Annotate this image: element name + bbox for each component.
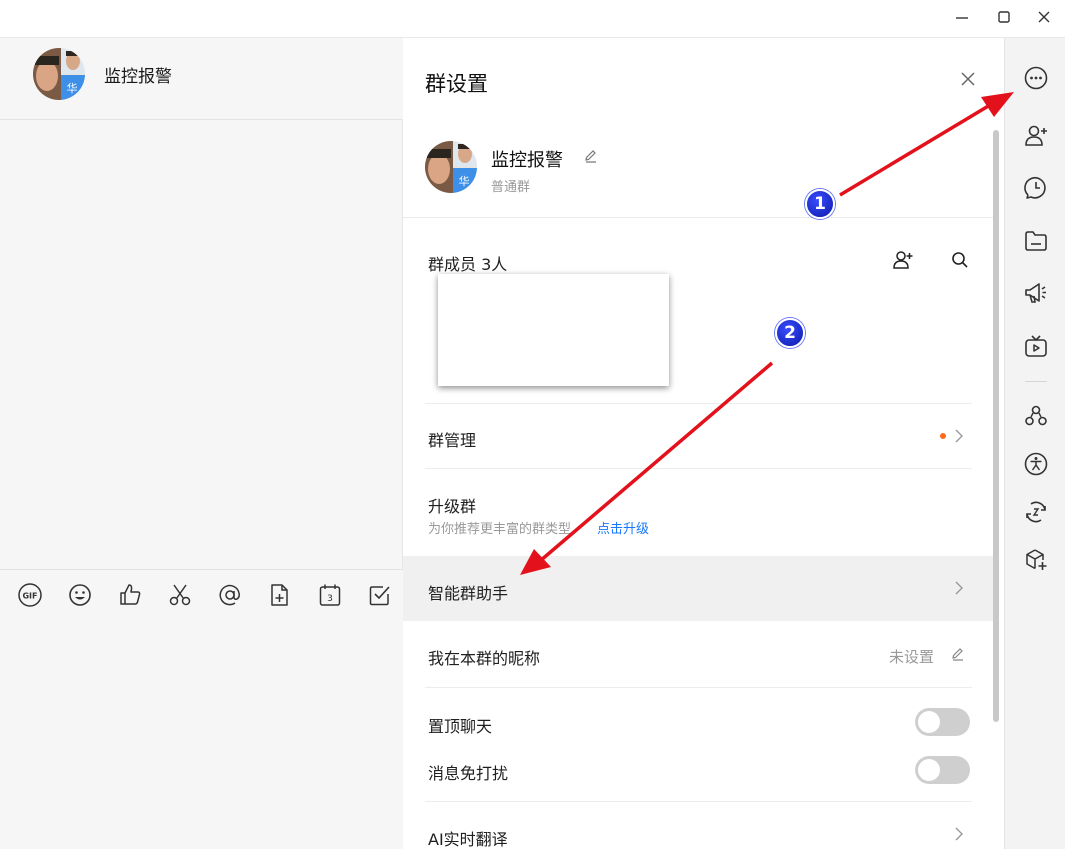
live-button[interactable] — [1022, 332, 1050, 360]
close-window-button[interactable] — [1031, 5, 1057, 29]
pin-chat-label: 置顶聊天 — [428, 717, 493, 736]
add-plugin-icon — [1026, 549, 1047, 570]
nickname-label: 我在本群的昵称 — [428, 649, 541, 668]
like-button[interactable] — [117, 582, 143, 608]
upgrade-subtitle: 为你推荐更丰富的群类型 — [428, 522, 572, 537]
divider — [403, 217, 993, 218]
upgrade-label: 升级群 — [428, 497, 477, 516]
apps-button[interactable] — [1022, 402, 1050, 430]
nickname-row[interactable]: 我在本群的昵称 未设置 — [403, 622, 993, 687]
scissors-icon — [169, 584, 191, 606]
panel-scrollbar[interactable] — [993, 130, 999, 722]
members-preview-redacted — [438, 274, 669, 386]
smart-assistant-label: 智能群助手 — [428, 584, 509, 603]
announcement-icon — [1025, 283, 1046, 303]
file-button[interactable] — [267, 582, 293, 608]
settings-group-avatar[interactable]: 华 — [425, 141, 477, 193]
mute-label: 消息免打扰 — [428, 764, 509, 783]
checkbox-icon — [369, 586, 390, 606]
group-management-label: 群管理 — [428, 431, 477, 450]
task-button[interactable] — [367, 582, 393, 608]
message-input-area[interactable] — [0, 619, 403, 849]
chat-pane: 华 监控报警 GIF 3 — [0, 38, 403, 849]
chat-title: 监控报警 — [104, 67, 172, 87]
accessibility-icon — [1024, 452, 1048, 476]
sync-button[interactable] — [1022, 498, 1050, 526]
calendar-day: 3 — [327, 594, 333, 604]
close-icon — [1038, 11, 1050, 23]
step-2-marker: 2 — [775, 318, 805, 348]
toggle-knob — [918, 711, 940, 733]
add-member-icon — [1025, 125, 1047, 146]
toggle-knob — [918, 759, 940, 781]
gif-button[interactable]: GIF — [17, 582, 43, 608]
chat-header: 华 监控报警 — [0, 38, 403, 120]
ai-translate-label: AI实时翻译 — [428, 830, 508, 849]
panel-title: 群设置 — [425, 72, 488, 96]
add-member-button[interactable] — [891, 248, 915, 272]
maximize-icon — [998, 11, 1010, 23]
divider — [425, 687, 972, 688]
add-member-rail-button[interactable] — [1022, 122, 1050, 150]
more-button[interactable] — [1022, 64, 1050, 92]
schedule-button[interactable]: 3 — [317, 582, 343, 608]
composer-toolbar: GIF 3 — [0, 569, 403, 619]
nickname-value: 未设置 — [889, 648, 935, 666]
smart-assistant-row[interactable]: 智能群助手 — [403, 556, 993, 621]
avatar-badge: 华 — [66, 82, 78, 95]
folder-icon — [1025, 231, 1047, 251]
pin-chat-toggle[interactable] — [915, 708, 970, 736]
minimize-button[interactable] — [949, 5, 975, 29]
search-icon — [952, 252, 968, 268]
right-toolbar — [1004, 38, 1065, 849]
chevron-right-icon — [955, 827, 963, 841]
gif-icon: GIF — [18, 583, 42, 607]
sync-icon — [1026, 501, 1046, 523]
history-button[interactable] — [1022, 174, 1050, 202]
add-member-icon — [893, 251, 913, 269]
add-plugin-button[interactable] — [1022, 546, 1050, 574]
chevron-right-icon — [955, 429, 963, 443]
emoji-button[interactable] — [67, 582, 93, 608]
history-icon — [1024, 177, 1046, 199]
live-icon — [1025, 335, 1047, 357]
chevron-right-icon — [955, 581, 963, 595]
announcement-button[interactable] — [1022, 279, 1050, 307]
maximize-button[interactable] — [991, 5, 1017, 29]
close-panel-button[interactable] — [956, 67, 980, 91]
minimize-icon — [956, 17, 968, 19]
rail-divider — [1025, 381, 1047, 382]
gif-label: GIF — [22, 592, 37, 601]
file-add-icon — [271, 584, 288, 606]
at-icon — [219, 584, 240, 606]
pencil-icon — [585, 150, 596, 163]
new-dot-badge — [940, 433, 946, 439]
group-avatar[interactable]: 华 — [33, 48, 85, 100]
apps-icon — [1025, 405, 1047, 426]
more-icon — [1024, 66, 1048, 90]
edit-name-button[interactable] — [583, 148, 599, 164]
accessibility-button[interactable] — [1022, 450, 1050, 478]
step-1-marker: 1 — [805, 189, 835, 219]
calendar-icon: 3 — [319, 584, 341, 606]
screenshot-button[interactable] — [167, 582, 193, 608]
group-settings-panel: 群设置 华 监控报警 普通群 群成员 3人 群管理 升级群 为你推荐更丰富的群类… — [403, 38, 1003, 849]
mention-button[interactable] — [217, 582, 243, 608]
files-button[interactable] — [1022, 227, 1050, 255]
pencil-icon — [952, 648, 963, 661]
members-label: 群成员 3人 — [428, 255, 508, 274]
mute-toggle[interactable] — [915, 756, 970, 784]
group-type: 普通群 — [491, 180, 531, 195]
search-member-button[interactable] — [948, 248, 972, 272]
avatar-badge: 华 — [458, 175, 470, 188]
group-management-row[interactable]: 群管理 — [403, 404, 993, 468]
divider — [425, 468, 972, 469]
thumbs-up-icon — [120, 584, 141, 605]
settings-group-name: 监控报警 — [491, 150, 563, 171]
ai-translate-row[interactable]: AI实时翻译 — [403, 802, 993, 849]
title-bar — [0, 0, 1065, 38]
upgrade-link[interactable]: 点击升级 — [597, 518, 649, 537]
close-icon — [961, 72, 975, 86]
emoji-icon — [69, 584, 91, 606]
